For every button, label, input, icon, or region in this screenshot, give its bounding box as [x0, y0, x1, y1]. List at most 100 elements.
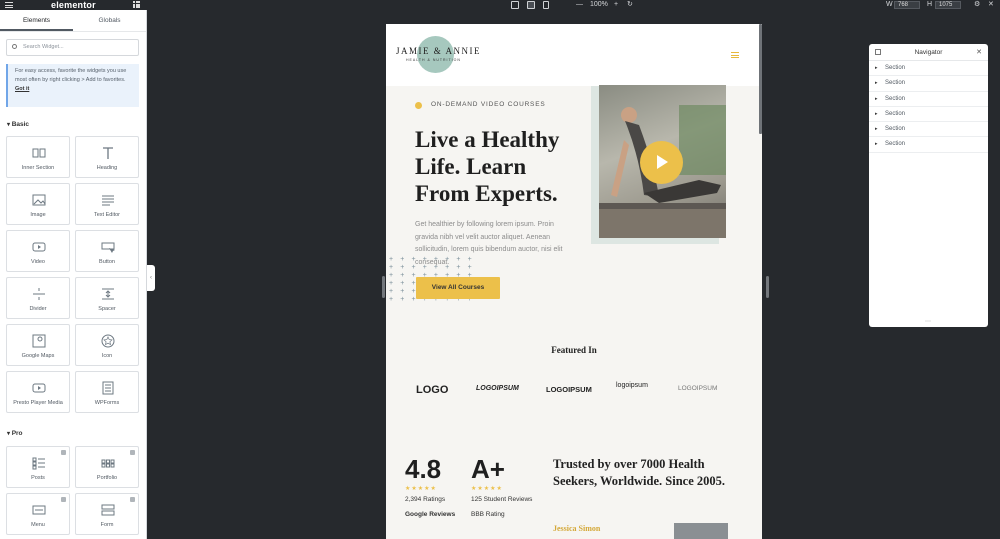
trusted-heading: Trusted by over 7000 Health Seekers, Wor… [553, 457, 725, 488]
bbb-source: BBB Rating [471, 511, 505, 518]
resize-handle-left[interactable] [382, 276, 385, 298]
form-icon [101, 504, 115, 516]
button-icon [101, 242, 115, 253]
search-icon [12, 44, 17, 49]
widget-portfolio[interactable]: Portfolio [75, 446, 139, 488]
widget-label: Posts [31, 475, 45, 481]
zoom-out-icon[interactable]: — [576, 0, 583, 10]
resize-grip-icon[interactable]: ⋯ [925, 318, 931, 325]
widget-label: Video [31, 259, 45, 265]
mobile-view-icon[interactable] [543, 1, 549, 9]
settings-icon[interactable]: ⚙ [974, 0, 980, 10]
page-scrollbar[interactable] [759, 24, 762, 134]
featured-logos: LOGO LOGOIPSUM LOGOIPSUM logoipsum LOGOI… [416, 382, 731, 402]
navigator-item[interactable]: Section [869, 137, 988, 153]
widget-posts[interactable]: Posts [6, 446, 70, 488]
desktop-view-icon[interactable] [511, 1, 519, 9]
widget-label: Form [100, 522, 114, 528]
zoom-in-icon[interactable]: + [614, 0, 618, 10]
widgets-panel: Elements Globals Search Widget... For ea… [0, 10, 147, 539]
navigator-item[interactable]: Section [869, 107, 988, 123]
widget-google-maps[interactable]: Google Maps [6, 324, 70, 366]
lock-icon [130, 497, 135, 502]
category-pro[interactable]: Pro [7, 430, 23, 437]
collapse-panel-button[interactable]: ‹ [147, 265, 155, 291]
widget-label: Google Maps [21, 353, 55, 359]
rating-count: 2,394 Ratings [405, 496, 446, 503]
widget-menu[interactable]: Menu [6, 493, 70, 535]
tab-globals[interactable]: Globals [73, 10, 146, 31]
menu-icon[interactable] [5, 2, 13, 8]
widget-text-editor[interactable]: Text Editor [75, 183, 139, 225]
map-icon [32, 334, 46, 348]
category-basic[interactable]: Basic [7, 121, 29, 128]
reset-zoom-icon[interactable]: ↻ [627, 0, 633, 10]
lock-icon [61, 450, 66, 455]
navigator-header: Navigator ✕ [869, 44, 988, 61]
search-input[interactable]: Search Widget... [6, 39, 139, 56]
widget-label: Spacer [98, 306, 116, 312]
expand-icon[interactable] [875, 49, 881, 55]
eyebrow-text: ON-DEMAND VIDEO COURSES [431, 101, 546, 108]
spacer-icon [102, 288, 114, 300]
navigator-item[interactable]: Section [869, 61, 988, 77]
navigator-item[interactable]: Section [869, 122, 988, 138]
menu-widget-icon [32, 505, 46, 515]
zoom-level: 100% [590, 1, 608, 8]
navigator-item[interactable]: Section [869, 92, 988, 107]
widget-label: Image [30, 212, 46, 218]
widget-spacer[interactable]: Spacer [75, 277, 139, 319]
bbb-stars: ★★★★★ [471, 486, 503, 492]
hamburger-menu-icon[interactable] [731, 52, 739, 58]
close-icon[interactable]: ✕ [976, 44, 982, 61]
widget-wpforms[interactable]: WPForms [75, 371, 139, 413]
heading-icon [103, 147, 113, 159]
navigator-title: Navigator [914, 49, 943, 56]
widget-button[interactable]: Button [75, 230, 139, 272]
tab-elements[interactable]: Elements [0, 10, 73, 31]
widget-label: Icon [101, 353, 113, 359]
app-logo: elementor [51, 0, 96, 10]
widget-icon[interactable]: Icon [75, 324, 139, 366]
widget-form[interactable]: Form [75, 493, 139, 535]
tablet-view-icon[interactable] [527, 1, 535, 9]
form-icon [102, 381, 114, 395]
favorites-tip: For easy access, favorite the widgets yo… [6, 64, 139, 107]
star-circle-icon [101, 334, 115, 348]
rating-source: Google Reviews [405, 511, 456, 518]
site-header: JAMIE & ANNIE HEALTH & NUTRITION [386, 24, 762, 86]
widget-label: Heading [96, 165, 118, 171]
width-field[interactable]: 768 [894, 1, 920, 9]
widget-heading[interactable]: Heading [75, 136, 139, 178]
image-icon [32, 194, 46, 206]
widget-divider[interactable]: Divider [6, 277, 70, 319]
resize-handle-right[interactable] [766, 276, 769, 298]
tip-got-it-link[interactable]: Got it [15, 86, 29, 92]
view-all-courses-button[interactable]: View All Courses [416, 277, 500, 299]
featured-logo: logoipsum [616, 382, 648, 389]
eyebrow-dot [415, 102, 422, 109]
widget-label: Inner Section [21, 165, 55, 171]
height-field[interactable]: 1075 [935, 1, 961, 9]
widget-inner-section[interactable]: Inner Section [6, 136, 70, 178]
widget-video[interactable]: Video [6, 230, 70, 272]
featured-logo: LOGOIPSUM [476, 385, 519, 392]
widget-image[interactable]: Image [6, 183, 70, 225]
featured-logo: LOGOIPSUM [678, 385, 718, 392]
widget-label: Text Editor [94, 212, 120, 218]
hero-headline: Live a Healthy Life. Learn From Experts. [415, 127, 560, 206]
close-icon[interactable]: ✕ [988, 0, 994, 10]
columns-icon [32, 148, 46, 158]
height-label: H [927, 1, 933, 8]
play-video-button[interactable] [640, 141, 683, 184]
brand-name[interactable]: JAMIE & ANNIE [396, 46, 481, 56]
featured-in-title: Featured In [551, 345, 597, 355]
rating-value: 4.8 [405, 454, 442, 484]
navigator-item[interactable]: Section [869, 76, 988, 92]
widget-label: Button [99, 259, 115, 265]
lock-icon [130, 450, 135, 455]
widgets-grid-icon[interactable] [133, 1, 140, 8]
rating-stars: ★★★★★ [405, 486, 437, 492]
widget-label: WPForms [94, 400, 120, 406]
widget-presto-player[interactable]: Presto Player Media [6, 371, 70, 413]
